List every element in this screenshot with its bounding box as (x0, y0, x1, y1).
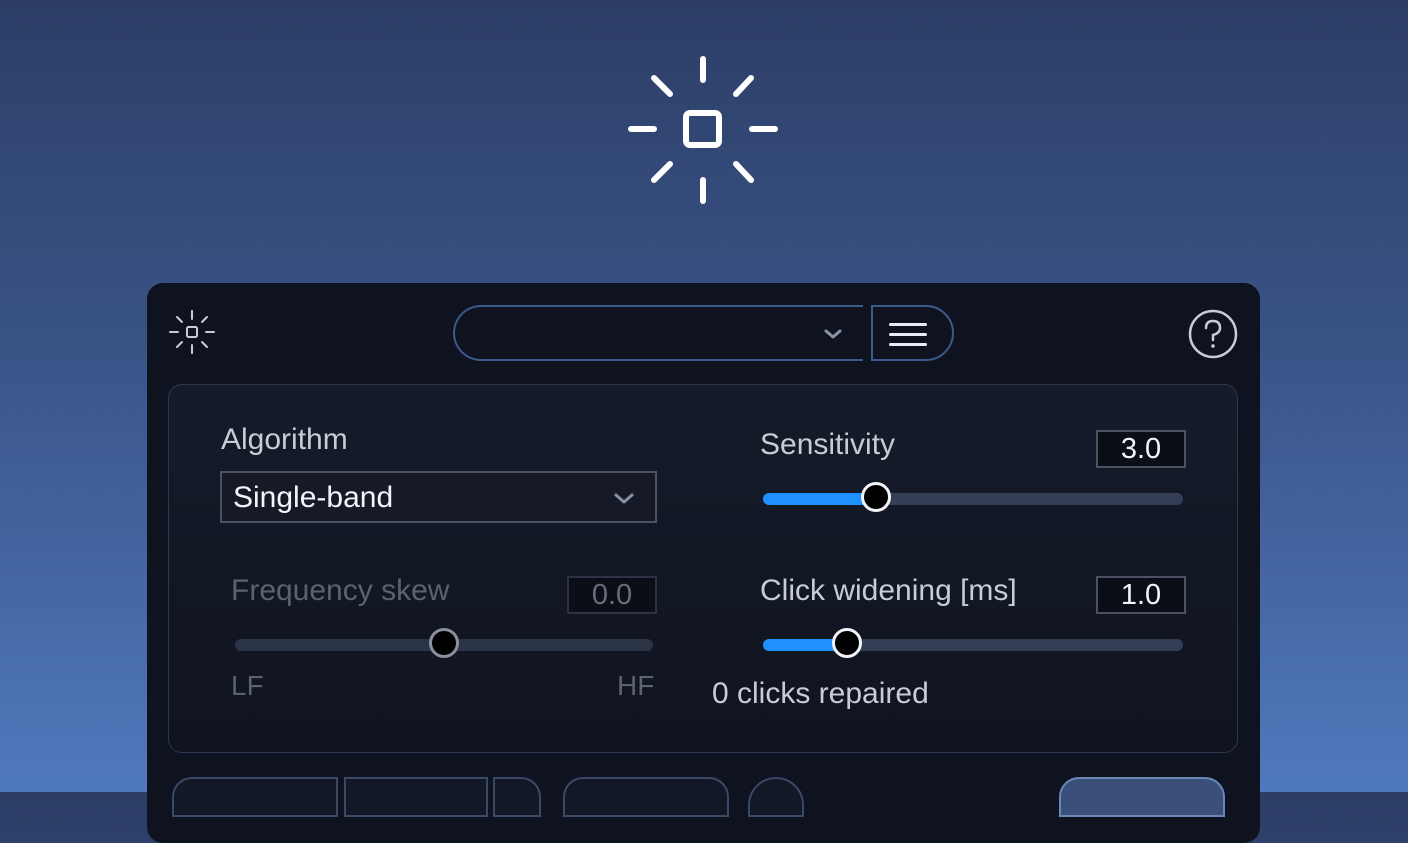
preset-dropdown[interactable] (453, 305, 863, 361)
footer-toggle[interactable] (748, 777, 804, 817)
declick-module: Algorithm Single-band Frequency skew 0.0… (168, 384, 1238, 753)
clicks-repaired-status: 0 clicks repaired (712, 677, 929, 710)
logo-burst-icon (169, 310, 215, 354)
sensitivity-slider[interactable] (763, 482, 1183, 514)
lf-label: LF (231, 670, 264, 701)
slider-thumb[interactable] (832, 628, 862, 658)
footer-button-2[interactable] (344, 777, 488, 817)
slider-thumb[interactable] (429, 628, 459, 658)
frequency-skew-label: Frequency skew (231, 574, 450, 607)
slider-fill (763, 493, 877, 505)
preset-menu-button[interactable] (871, 305, 954, 361)
plugin-panel: Algorithm Single-band Frequency skew 0.0… (147, 283, 1260, 843)
footer-controls (147, 777, 1260, 817)
slider-thumb[interactable] (861, 482, 892, 512)
sensitivity-value[interactable]: 3.0 (1096, 430, 1186, 468)
footer-primary-button[interactable] (1059, 777, 1225, 817)
footer-button-4[interactable] (563, 777, 729, 817)
help-question-icon[interactable] (1188, 309, 1238, 359)
click-widening-label: Click widening [ms] (760, 574, 1017, 607)
hf-label: HF (617, 670, 655, 701)
footer-button-1[interactable] (172, 777, 338, 817)
chevron-down-icon (824, 329, 842, 339)
hero-burst-icon (628, 56, 778, 204)
footer-button-3[interactable] (493, 777, 541, 817)
hamburger-menu-icon (889, 323, 927, 326)
algorithm-select[interactable]: Single-band (220, 471, 657, 523)
click-widening-value[interactable]: 1.0 (1096, 576, 1186, 614)
sensitivity-label: Sensitivity (760, 428, 896, 461)
click-widening-slider[interactable] (763, 628, 1183, 660)
chevron-down-icon (614, 493, 634, 504)
algorithm-label: Algorithm (221, 423, 348, 456)
algorithm-value: Single-band (233, 481, 394, 514)
frequency-skew-value[interactable]: 0.0 (567, 576, 657, 614)
frequency-skew-slider[interactable] (235, 628, 653, 660)
